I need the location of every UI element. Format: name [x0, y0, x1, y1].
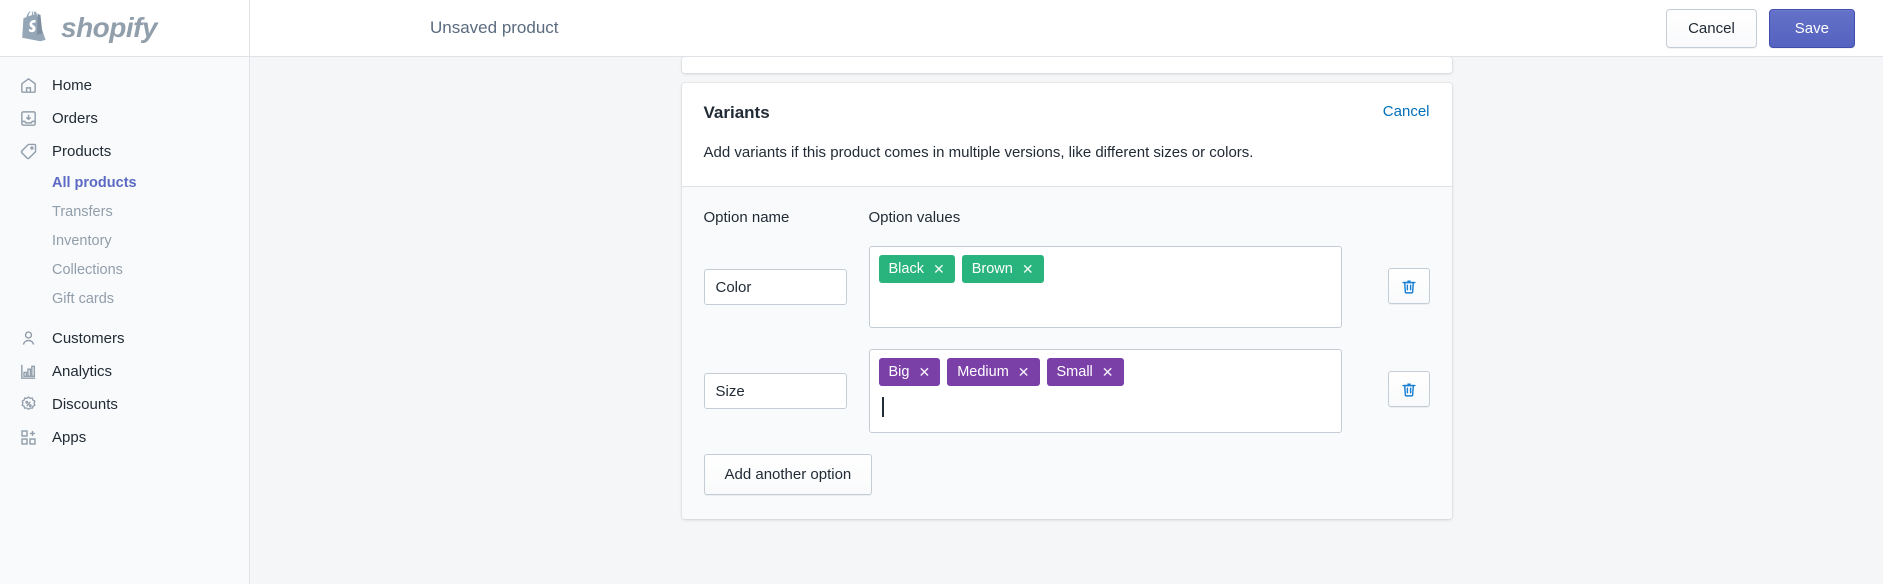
tag-remove-icon[interactable]: ✕ [933, 262, 945, 276]
trash-icon [1400, 380, 1418, 399]
main-content: Variants Cancel Add variants if this pro… [250, 57, 1883, 584]
topbar-actions: Cancel Save [1666, 8, 1883, 48]
delete-option-button-color[interactable] [1387, 268, 1430, 305]
brand-wordmark: shopify [61, 12, 158, 43]
apps-grid-plus-icon [18, 428, 38, 448]
analytics-bars-icon [18, 362, 38, 382]
variants-title: Variants [703, 103, 770, 122]
tag-label: Small [1056, 364, 1093, 381]
sidebar: Home Orders Products All products Transf… [0, 57, 250, 584]
tag-remove-icon[interactable]: ✕ [1018, 365, 1030, 379]
customers-person-icon [18, 329, 38, 349]
add-another-option-button[interactable]: Add another option [703, 454, 873, 496]
sidebar-subitem-inventory[interactable]: Inventory [0, 226, 249, 255]
sidebar-subitem-gift-cards[interactable]: Gift cards [0, 284, 249, 313]
body-row: Home Orders Products All products Transf… [0, 57, 1883, 584]
previous-card-bottom [681, 57, 1452, 73]
brand-area: shopify [0, 0, 250, 56]
sidebar-subitem-collections[interactable]: Collections [0, 255, 249, 284]
tag-label: Big [888, 364, 910, 381]
tag-item[interactable]: Black ✕ [878, 255, 955, 284]
top-bar: shopify Unsaved product Cancel Save [0, 0, 1883, 57]
sidebar-item-apps[interactable]: Apps [0, 421, 249, 454]
option-name-header: Option name [703, 209, 790, 227]
sidebar-item-analytics[interactable]: Analytics [0, 355, 249, 388]
sidebar-subitem-transfers[interactable]: Transfers [0, 197, 249, 226]
option-column-headers: Option name Option values [704, 209, 1430, 226]
sidebar-divider-space [0, 313, 249, 322]
tag-item[interactable]: Brown ✕ [961, 255, 1044, 284]
option-name-input-size[interactable] [703, 373, 847, 410]
tag-item[interactable]: Small ✕ [1046, 358, 1124, 387]
sidebar-subitem-label: Gift cards [52, 290, 115, 307]
option-values-cell: Big ✕ Medium ✕ Small ✕ [868, 349, 1342, 434]
option-delete-cell [1342, 246, 1430, 305]
sidebar-subitem-label: All products [52, 174, 137, 191]
variants-cancel-link[interactable]: Cancel [1383, 103, 1430, 120]
tag-input-caret-line[interactable] [879, 396, 1332, 418]
page-title: Unsaved product [430, 18, 559, 37]
cancel-button[interactable]: Cancel [1666, 8, 1757, 48]
variants-description: Add variants if this product comes in mu… [703, 144, 1254, 161]
tag-label: Black [888, 261, 924, 278]
content-column: Variants Cancel Add variants if this pro… [681, 57, 1452, 584]
option-name-cell [703, 373, 869, 410]
sidebar-item-home[interactable]: Home [0, 69, 249, 102]
option-delete-cell [1342, 349, 1430, 408]
variants-card: Variants Cancel Add variants if this pro… [681, 83, 1452, 520]
sidebar-item-discounts[interactable]: Discounts [0, 388, 249, 421]
shopify-logo[interactable]: shopify [22, 9, 158, 48]
tag-item[interactable]: Big ✕ [878, 358, 941, 387]
option-values-cell: Black ✕ Brown ✕ [868, 246, 1342, 329]
sidebar-item-orders[interactable]: Orders [0, 102, 249, 135]
home-icon [18, 76, 38, 96]
option-row: Big ✕ Medium ✕ Small [703, 349, 1430, 434]
option-values-header: Option values [868, 209, 961, 227]
tag-remove-icon[interactable]: ✕ [1022, 262, 1034, 276]
sidebar-item-label: Discounts [52, 396, 118, 413]
option-values-tag-field-size[interactable]: Big ✕ Medium ✕ Small ✕ [868, 349, 1342, 434]
sidebar-item-products[interactable]: Products [0, 135, 249, 168]
orders-inbox-icon [18, 109, 38, 129]
shopify-admin-window: shopify Unsaved product Cancel Save Home [0, 0, 1883, 584]
sidebar-subitem-all-products[interactable]: All products [0, 168, 249, 197]
save-button[interactable]: Save [1768, 8, 1855, 48]
shopify-bag-icon [22, 9, 52, 48]
tag-list: Black ✕ Brown ✕ [878, 255, 1332, 284]
sidebar-subitem-label: Collections [52, 261, 123, 278]
sidebar-item-label: Apps [52, 429, 87, 446]
products-tag-icon [18, 142, 38, 162]
tag-item[interactable]: Medium ✕ [947, 358, 1040, 387]
variants-options-section: Option name Option values Color Black ✕ … [681, 186, 1452, 520]
trash-icon [1400, 277, 1418, 296]
variants-card-header: Variants Cancel [682, 83, 1452, 123]
tag-list: Big ✕ Medium ✕ Small ✕ [878, 358, 1332, 387]
tag-label: Brown [971, 261, 1013, 278]
tag-remove-icon[interactable]: ✕ [918, 365, 930, 379]
tag-label: Medium [957, 364, 1009, 381]
sidebar-item-label: Customers [52, 330, 125, 347]
sidebar-item-label: Home [52, 77, 93, 94]
option-name-input-color[interactable] [703, 269, 847, 306]
delete-option-button-size[interactable] [1387, 371, 1430, 408]
discounts-percent-icon [18, 395, 38, 415]
sidebar-subitem-label: Transfers [52, 203, 113, 220]
text-cursor [881, 397, 884, 418]
tag-remove-icon[interactable]: ✕ [1102, 365, 1114, 379]
sidebar-subitem-label: Inventory [52, 232, 112, 249]
add-option-row: Add another option [703, 454, 1430, 496]
sidebar-item-label: Products [52, 143, 112, 160]
option-values-tag-field-color[interactable]: Black ✕ Brown ✕ [868, 246, 1342, 329]
sidebar-item-customers[interactable]: Customers [0, 322, 249, 355]
option-row: Black ✕ Brown ✕ [703, 246, 1430, 329]
option-name-cell [703, 269, 869, 306]
sidebar-item-label: Orders [52, 110, 98, 127]
sidebar-item-label: Analytics [52, 363, 113, 380]
